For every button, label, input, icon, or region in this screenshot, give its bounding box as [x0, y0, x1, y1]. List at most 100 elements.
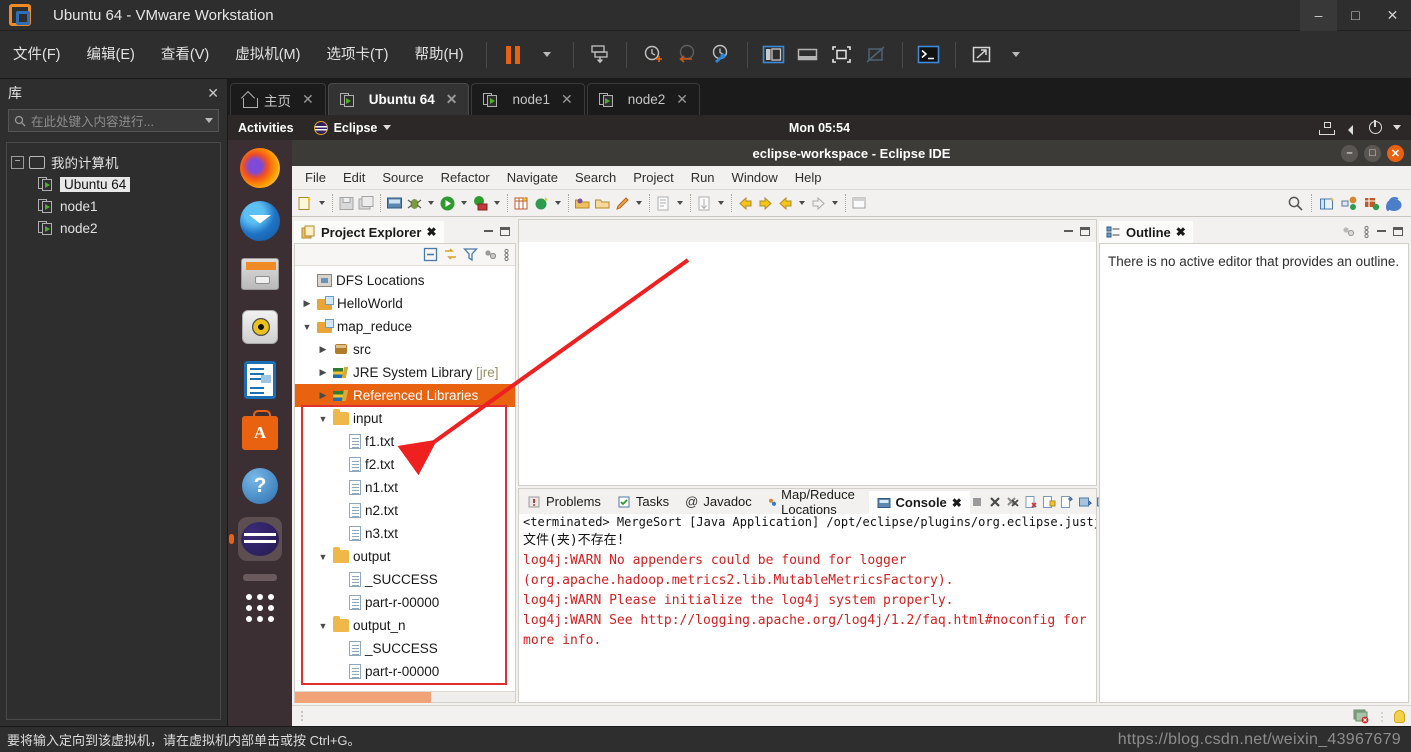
collapse-all-icon[interactable] — [423, 247, 438, 262]
power-dropdown-chevron-icon[interactable] — [532, 40, 562, 70]
search-icon[interactable] — [613, 193, 632, 213]
close-icon[interactable]: ✖ — [1176, 225, 1186, 239]
tree-item-src[interactable]: src — [295, 338, 515, 361]
tree-item-success[interactable]: _SUCCESS — [295, 568, 515, 591]
open-type-icon[interactable] — [573, 193, 592, 213]
console-view-icon[interactable] — [827, 40, 857, 70]
tree-item-dfs-locations[interactable]: DFS Locations — [295, 269, 515, 292]
maximize-editor-icon[interactable] — [1080, 226, 1090, 236]
maximize-button[interactable]: □ — [1337, 0, 1374, 31]
eclipse-menu-edit[interactable]: Edit — [336, 168, 372, 187]
tree-item-f2-txt[interactable]: f2.txt — [295, 453, 515, 476]
tree-item-output[interactable]: output — [295, 545, 515, 568]
back-chevron-icon[interactable] — [799, 201, 805, 205]
run-icon[interactable] — [438, 193, 457, 213]
forward-icon[interactable] — [756, 193, 775, 213]
menu-help[interactable]: 帮助(H) — [401, 31, 476, 79]
library-search-box[interactable]: 在此处键入内容进行... — [8, 109, 219, 132]
tree-item-input[interactable]: input — [295, 407, 515, 430]
back-history-icon[interactable] — [776, 193, 795, 213]
remove-launch-icon[interactable] — [988, 495, 1002, 509]
run-chevron-icon[interactable] — [461, 201, 467, 205]
outline-overflow-menu-icon[interactable] — [1363, 224, 1370, 239]
expand-arrow-icon[interactable] — [317, 390, 329, 401]
revert-snapshot-icon[interactable] — [672, 40, 702, 70]
collapse-arrow-icon[interactable] — [317, 414, 329, 424]
eclipse-menu-help[interactable]: Help — [788, 168, 829, 187]
tree-item-part-r-00000[interactable]: part-r-00000 — [295, 660, 515, 683]
tree-item-output-n[interactable]: output_n — [295, 614, 515, 637]
debug-chevron-icon[interactable] — [428, 201, 434, 205]
expand-arrow-icon[interactable] — [317, 367, 329, 378]
clock[interactable]: Mon 05:54 — [228, 121, 1411, 135]
search-chevron-icon[interactable] — [636, 201, 642, 205]
vm-tab-ubuntu-64[interactable]: Ubuntu 64 ✕ — [327, 83, 470, 115]
tree-item-jre-system-library-jre[interactable]: JRE System Library [jre] — [295, 361, 515, 384]
network-icon[interactable] — [1319, 121, 1335, 135]
library-tree[interactable]: − 我的计算机 Ubuntu 64 node1 node2 — [6, 142, 221, 720]
maximize-view-icon[interactable] — [500, 226, 510, 236]
close-icon[interactable]: ✕ — [302, 91, 314, 108]
tree-item-map-reduce[interactable]: map_reduce — [295, 315, 515, 338]
app-menu[interactable]: Eclipse — [313, 120, 392, 135]
collapse-expander-icon[interactable]: − — [11, 155, 24, 169]
minimize-editor-icon[interactable] — [1064, 230, 1073, 232]
new-chevron-icon[interactable] — [319, 201, 325, 205]
forward-chevron-icon[interactable] — [832, 201, 838, 205]
debug-icon[interactable] — [405, 193, 424, 213]
eclipse-menu-refactor[interactable]: Refactor — [434, 168, 497, 187]
eclipse-menu-run[interactable]: Run — [684, 168, 722, 187]
dock-help[interactable]: ? — [238, 464, 282, 508]
collapse-arrow-icon[interactable] — [317, 621, 329, 631]
expand-arrow-icon[interactable] — [317, 344, 329, 355]
collapse-arrow-icon[interactable] — [317, 552, 329, 562]
minimize-view-icon[interactable] — [484, 230, 493, 232]
unity-mode-icon[interactable] — [967, 40, 997, 70]
tab-tasks[interactable]: Tasks — [609, 489, 677, 514]
perspective-java-ee-icon[interactable] — [1340, 193, 1359, 213]
eclipse-menu-project[interactable]: Project — [626, 168, 680, 187]
snapshot-icon[interactable] — [585, 40, 615, 70]
new-class-chevron-icon[interactable] — [555, 201, 561, 205]
close-icon[interactable]: ✕ — [446, 91, 458, 108]
build-status-icon[interactable] — [1353, 709, 1370, 724]
tab-problems[interactable]: Problems — [519, 489, 609, 514]
pin-console-icon[interactable] — [1078, 495, 1092, 509]
console-output[interactable]: 文件(夹)不存在! log4j:WARN No appenders could b… — [519, 529, 1096, 702]
tree-root-my-computer[interactable]: − 我的计算机 — [11, 151, 216, 173]
snapshot-manager-icon[interactable] — [706, 40, 736, 70]
vm-tab-node1[interactable]: node1 ✕ — [471, 83, 585, 115]
tree-item-referenced-libraries[interactable]: Referenced Libraries — [295, 384, 515, 407]
vm-tab-home[interactable]: 主页 ✕ — [230, 83, 326, 115]
open-resource-icon[interactable] — [593, 193, 612, 213]
last-edit-chevron-icon[interactable] — [677, 201, 683, 205]
tree-item-f1-txt[interactable]: f1.txt — [295, 430, 515, 453]
maximize-outline-icon[interactable] — [1393, 226, 1403, 236]
tab-javadoc[interactable]: @ Javadoc — [677, 489, 760, 514]
tree-item-n3-txt[interactable]: n3.txt — [295, 522, 515, 545]
power-icon[interactable] — [1369, 120, 1382, 134]
library-item-node1[interactable]: node1 — [11, 195, 216, 217]
close-icon[interactable]: ✖ — [426, 225, 436, 239]
library-close-icon[interactable]: ✕ — [207, 85, 219, 102]
show-applications-icon[interactable] — [246, 594, 274, 622]
dock-eclipse[interactable] — [229, 517, 282, 561]
link-with-editor-icon[interactable] — [443, 247, 458, 262]
quick-fix-bulb-icon[interactable] — [1394, 709, 1405, 723]
outline-view-menu-icon[interactable] — [1341, 224, 1356, 239]
close-icon[interactable]: ✕ — [561, 91, 573, 108]
tree-item-n1-txt[interactable]: n1.txt — [295, 476, 515, 499]
eclipse-menu-navigate[interactable]: Navigate — [500, 168, 565, 187]
dock-thunderbird[interactable] — [238, 199, 282, 243]
close-button[interactable]: ✕ — [1374, 0, 1411, 31]
tab-console[interactable]: Console ✖ — [868, 489, 970, 514]
volume-icon[interactable] — [1344, 122, 1358, 135]
menu-edit[interactable]: 编辑(E) — [74, 31, 148, 79]
quick-access-search-icon[interactable] — [1286, 193, 1305, 213]
new-wizard-icon[interactable] — [296, 193, 315, 213]
run-external-tools-icon[interactable] — [471, 193, 490, 213]
chevron-down-icon[interactable] — [383, 125, 392, 130]
library-item-ubuntu-64[interactable]: Ubuntu 64 — [11, 173, 216, 195]
menu-file[interactable]: 文件(F) — [0, 31, 74, 79]
terminal-icon[interactable] — [914, 40, 944, 70]
